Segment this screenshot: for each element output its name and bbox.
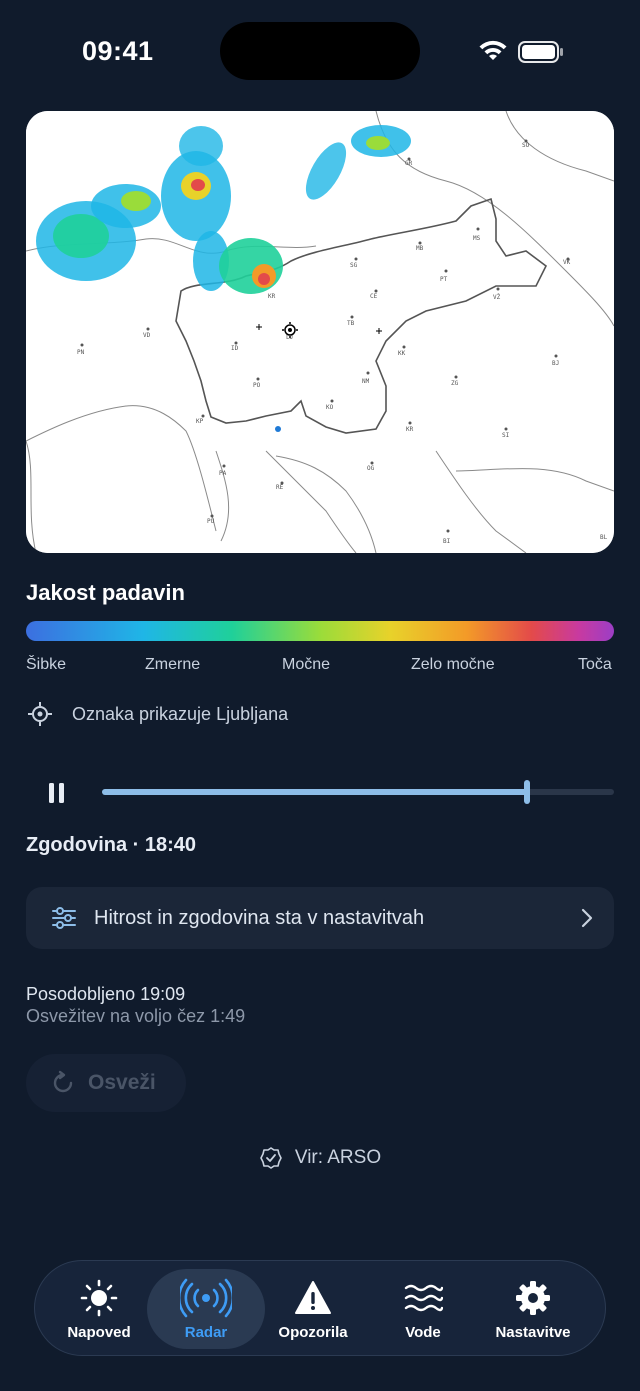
history-time-label: Zgodovina · 18:40: [26, 834, 197, 856]
status-time: 09:41: [82, 36, 154, 66]
marker-info: Oznaka prikazuje Ljubljana: [26, 700, 288, 728]
svg-text:KR: KR: [268, 293, 276, 300]
refresh-icon: [53, 1070, 73, 1093]
radar-icon: [180, 1278, 232, 1317]
tab-radar-label: Radar: [184, 1323, 228, 1341]
svg-text:MB: MB: [416, 245, 424, 252]
svg-text:BJ: BJ: [552, 360, 559, 367]
tab-napoved-label: Napoved: [67, 1323, 131, 1341]
playback-settings-link[interactable]: Hitrost in zgodovina sta v nastavitvah: [26, 887, 614, 949]
warning-icon: [295, 1280, 331, 1314]
tab-nastavitve[interactable]: Nastavitve: [483, 1269, 583, 1349]
data-source-label: Vir: ARSO: [294, 1147, 382, 1168]
svg-text:MS: MS: [473, 235, 481, 242]
svg-text:OG: OG: [367, 465, 375, 472]
pause-button[interactable]: [40, 776, 74, 810]
data-source: Vir: ARSO: [0, 1146, 640, 1170]
bottom-tab-bar: Napoved Radar Opozorila Vode Nastavitve: [34, 1260, 606, 1356]
svg-text:RE: RE: [276, 484, 284, 491]
svg-text:SO: SO: [522, 142, 530, 149]
legend-label-very-heavy: Zelo močne: [411, 656, 495, 673]
svg-text:PN: PN: [77, 349, 85, 356]
legend-label-moderate: Zmerne: [145, 656, 201, 673]
legend-labels: Šibke Zmerne Močne Zelo močne Toča: [26, 656, 614, 678]
tab-radar[interactable]: Radar: [147, 1269, 265, 1349]
tab-opozorila-label: Opozorila: [278, 1323, 348, 1341]
svg-text:PU: PU: [207, 518, 215, 525]
playback-settings-label: Hitrost in zgodovina sta v nastavitvah: [94, 906, 425, 929]
svg-text:VŽ: VŽ: [493, 293, 501, 301]
svg-text:CE: CE: [370, 293, 378, 300]
tab-vode[interactable]: Vode: [375, 1269, 471, 1349]
svg-text:KO: KO: [326, 404, 334, 411]
legend-label-light: Šibke: [26, 656, 67, 673]
precipitation-scale-bar: [26, 621, 614, 641]
svg-text:KK: KK: [398, 350, 406, 357]
wifi-icon: [479, 40, 507, 60]
refresh-hint: Osvežitev na voljo čez 1:49: [26, 1006, 246, 1026]
waves-icon: [404, 1284, 443, 1311]
svg-text:ID: ID: [231, 345, 239, 352]
updated-time: Posodobljeno 19:09: [26, 984, 186, 1004]
marker-text: Oznaka prikazuje Ljubljana: [72, 703, 289, 724]
svg-text:BI: BI: [443, 538, 451, 545]
timeline-slider-thumb[interactable]: [523, 780, 530, 804]
svg-text:KR: KR: [406, 426, 414, 433]
tab-napoved[interactable]: Napoved: [51, 1269, 147, 1349]
svg-text:VK: VK: [563, 259, 571, 266]
tab-opozorila[interactable]: Opozorila: [265, 1269, 361, 1349]
timeline-slider[interactable]: [102, 780, 614, 804]
svg-text:BL: BL: [600, 534, 608, 541]
legend-label-hail: Toča: [578, 656, 612, 673]
refresh-button[interactable]: Osveži: [26, 1054, 186, 1112]
svg-text:KP: KP: [196, 418, 204, 425]
svg-text:VD: VD: [143, 332, 151, 339]
dynamic-island: [220, 22, 420, 80]
svg-text:GR: GR: [405, 160, 413, 167]
sun-icon: [80, 1279, 118, 1316]
svg-text:PO: PO: [253, 382, 261, 389]
radar-map[interactable]: SO GR MB MS SG PT CE VŽ TB KK NM ZG BJ KO KR SI …: [26, 111, 614, 553]
svg-text:PA: PA: [219, 470, 227, 477]
svg-text:PT: PT: [440, 276, 448, 283]
tab-nastavitve-label: Nastavitve: [495, 1323, 571, 1341]
legend-title: Jakost padavin: [26, 580, 185, 605]
status-bar: 09:41: [0, 0, 640, 100]
radar-map-graphic: SOGR MBMS SGPT CE VŽ TBKK NM ZG BJKO KRSI …: [26, 111, 614, 553]
svg-text:SG: SG: [350, 262, 358, 269]
gear-icon: [516, 1280, 550, 1315]
verified-badge-icon: [260, 1147, 282, 1169]
legend-label-heavy: Močne: [282, 656, 331, 673]
svg-text:ZG: ZG: [451, 380, 459, 387]
sliders-icon: [52, 907, 76, 929]
location-target-icon: [28, 702, 52, 726]
timeline-slider-fill: [102, 789, 527, 795]
svg-text:SI: SI: [502, 432, 510, 439]
pause-icon: [49, 783, 64, 803]
tab-vode-label: Vode: [405, 1323, 441, 1341]
battery-icon: [518, 41, 563, 63]
chevron-right-icon: [581, 908, 593, 928]
refresh-button-label: Osveži: [88, 1071, 156, 1094]
svg-text:NM: NM: [362, 378, 370, 385]
svg-text:TB: TB: [347, 320, 355, 327]
